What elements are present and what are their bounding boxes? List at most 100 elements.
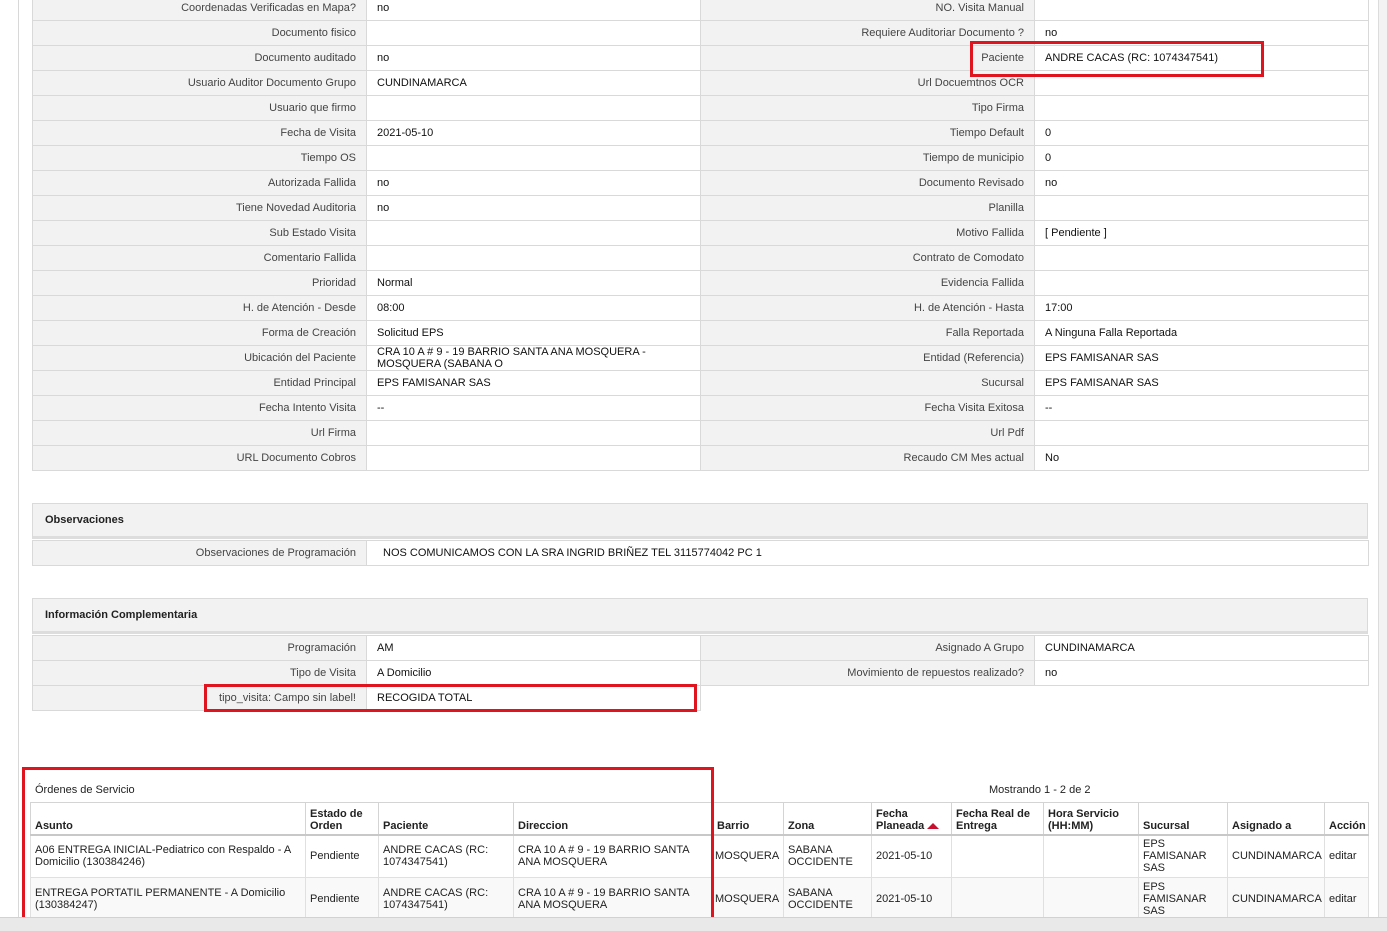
detail-row: Documento auditado no Paciente ANDRE CACAS … (32, 45, 1369, 71)
order-cell-asunto: ENTREGA PORTATIL PERMANENTE - A Domicili… (30, 877, 306, 921)
observaciones-label: Observaciones de Programación (32, 540, 367, 566)
order-cell-asunto: A06 ENTREGA INICIAL-Pediatrico con Respa… (30, 834, 306, 878)
field-label: Planilla (700, 195, 1035, 221)
field-value: Solicitud EPS (366, 320, 701, 346)
field-value (1034, 270, 1369, 296)
orders-column-header[interactable]: Hora Servicio (HH:MM) (1043, 802, 1139, 836)
field-label: Comentario Fallida (32, 245, 367, 271)
complementaria-row: Programación AM Asignado A Grupo CUNDINAMAR… (32, 635, 1369, 661)
field-value (366, 420, 701, 446)
complementaria-table: Programación AM Asignado A Grupo CUNDINAMAR… (32, 635, 1369, 711)
field-label: Entidad Principal (32, 370, 367, 396)
field-value: -- (366, 395, 701, 421)
field-label: Contrato de Comodato (700, 245, 1035, 271)
detail-row: Ubicación del Paciente CRA 10 A # 9 - 19 … (32, 345, 1369, 371)
orders-column-header[interactable]: Direccion (513, 802, 713, 836)
field-label: Fecha de Visita (32, 120, 367, 146)
detail-row: Usuario que firmo Tipo Firma (32, 95, 1369, 121)
column-header-label: Sucursal (1143, 819, 1190, 832)
column-header-label: Direccion (518, 819, 569, 832)
field-label: Url Pdf (700, 420, 1035, 446)
field-value (1034, 245, 1369, 271)
field-value (366, 20, 701, 46)
sort-ascending-icon[interactable] (927, 822, 940, 829)
field-label: Autorizada Fallida (32, 170, 367, 196)
field-value (1034, 95, 1369, 121)
complementaria-extra-row: tipo_visita: Campo sin label! RECOGIDA T… (32, 685, 1369, 711)
orders-column-header[interactable]: Asignado a (1227, 802, 1325, 836)
field-label: Tiempo OS (32, 145, 367, 171)
field-label: Motivo Fallida (700, 220, 1035, 246)
orders-column-header[interactable]: Fecha Planeada (871, 802, 952, 836)
field-value (1034, 420, 1369, 446)
order-row: ENTREGA PORTATIL PERMANENTE - A Domicili… (30, 877, 1369, 921)
detail-row: Fecha Intento Visita -- Fecha Visita Exito… (32, 395, 1369, 421)
field-label: Sucursal (700, 370, 1035, 396)
field-label: Documento fisico (32, 20, 367, 46)
complementaria-row: Tipo de Visita A Domicilio Movimiento de r… (32, 660, 1369, 686)
orders-column-header[interactable]: Zona (783, 802, 872, 836)
field-label: Tipo Firma (700, 95, 1035, 121)
column-header-label: Estado de Orden (310, 807, 363, 832)
order-cell-hora (1043, 877, 1139, 921)
field-label: Entidad (Referencia) (700, 345, 1035, 371)
field-label: Programación (32, 635, 367, 661)
field-label: Url Firma (32, 420, 367, 446)
order-cell-estado: Pendiente (305, 834, 379, 878)
detail-row: Autorizada Fallida no Documento Revisado no (32, 170, 1369, 196)
order-cell-barrio: MOSQUERA (712, 834, 784, 878)
column-header-label: Paciente (383, 819, 429, 832)
field-label: Url Docuemtnos OCR (700, 70, 1035, 96)
detail-row: H. de Atención - Desde 08:00 H. de Atenció… (32, 295, 1369, 321)
field-value (1034, 0, 1369, 21)
order-row: A06 ENTREGA INICIAL-Pediatrico con Respa… (30, 834, 1369, 878)
field-value (1034, 195, 1369, 221)
field-value: 0 (1034, 145, 1369, 171)
orders-header-row: Asunto Estado de Orden Paciente Direccion Ba… (30, 802, 1369, 836)
orders-column-header[interactable]: Paciente (378, 802, 514, 836)
orders-column-header[interactable]: Sucursal (1138, 802, 1228, 836)
field-label: Tiempo de municipio (700, 145, 1035, 171)
field-label: Fecha Intento Visita (32, 395, 367, 421)
field-value: CRA 10 A # 9 - 19 BARRIO SANTA ANA MOSQU… (366, 345, 701, 371)
tipo-visita-value: RECOGIDA TOTAL (366, 685, 701, 711)
order-cell-fecha-planeada: 2021-05-10 (871, 834, 952, 878)
field-value (366, 95, 701, 121)
field-label: Coordenadas Verificadas en Mapa? (32, 0, 367, 21)
order-cell-fecha-planeada: 2021-05-10 (871, 877, 952, 921)
detail-row: Tiempo OS Tiempo de municipio 0 (32, 145, 1369, 171)
order-cell-asignado: CUNDINAMARCA (1227, 834, 1325, 878)
order-cell-hora (1043, 834, 1139, 878)
orders-column-header[interactable]: Barrio (712, 802, 784, 836)
field-value: Normal (366, 270, 701, 296)
orders-table: Asunto Estado de Orden Paciente Direccion Ba… (30, 802, 1369, 921)
orders-column-header[interactable]: Fecha Real de Entrega (951, 802, 1044, 836)
orders-column-header[interactable]: Acción (1324, 802, 1369, 836)
vertical-scrollbar[interactable] (1378, 0, 1387, 931)
field-label: Prioridad (32, 270, 367, 296)
order-cell-barrio: MOSQUERA (712, 877, 784, 921)
field-label: H. de Atención - Hasta (700, 295, 1035, 321)
field-label: Tipo de Visita (32, 660, 367, 686)
order-cell-zona: SABANA OCCIDENTE (783, 877, 872, 921)
field-value: 2021-05-10 (366, 120, 701, 146)
field-label: URL Documento Cobros (32, 445, 367, 471)
observaciones-table: Observaciones de Programación NOS COMUNI… (32, 540, 1369, 566)
edit-order-link[interactable]: editar (1324, 834, 1369, 878)
column-header-label: Asignado a (1232, 819, 1292, 832)
orders-column-header[interactable]: Estado de Orden (305, 802, 379, 836)
field-value (366, 145, 701, 171)
horizontal-scrollbar[interactable] (0, 917, 1387, 931)
field-value: No (1034, 445, 1369, 471)
orders-column-header[interactable]: Asunto (30, 802, 306, 836)
column-header-label: Zona (788, 819, 815, 832)
edit-order-link[interactable]: editar (1324, 877, 1369, 921)
observaciones-header: Observaciones (32, 503, 1368, 539)
column-header-label: Fecha Planeada (876, 807, 925, 832)
field-label: NO. Visita Manual (700, 0, 1035, 21)
field-label: Forma de Creación (32, 320, 367, 346)
column-header-label: Acción (1329, 819, 1366, 832)
field-value (366, 445, 701, 471)
field-value: ANDRE CACAS (RC: 1074347541) (1034, 45, 1369, 71)
field-value: 17:00 (1034, 295, 1369, 321)
